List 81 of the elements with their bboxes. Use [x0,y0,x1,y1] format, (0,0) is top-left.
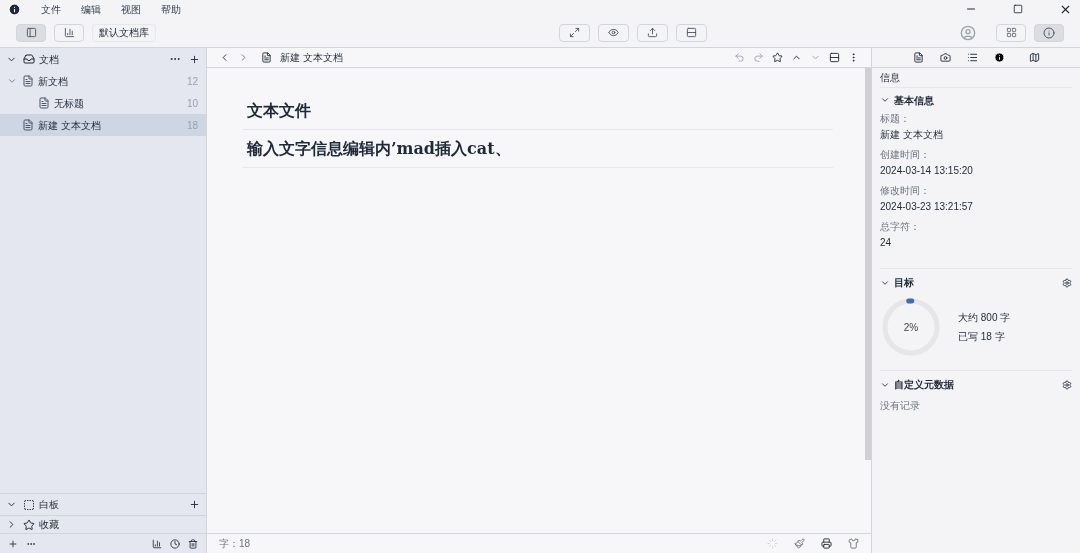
library-button[interactable]: 默认文档库 [92,23,156,42]
map-icon[interactable] [1028,52,1040,63]
document-icon [261,52,272,63]
info-icon[interactable] [993,52,1005,63]
field-label: 总字符： [880,220,921,234]
field-label: 创建时间： [880,148,931,162]
goal-written: 已写 18 字 [958,330,1006,344]
maximize-icon[interactable] [1013,4,1023,14]
progress-ring: 2% [880,296,942,358]
star-icon[interactable] [772,52,783,63]
field-value: 24 [880,236,893,250]
preview-button[interactable] [598,23,629,42]
settings-icon[interactable] [1062,277,1072,288]
document-icon [22,119,34,131]
section-label: 收藏 [39,518,59,532]
sidebar-toggle-button[interactable] [16,23,46,42]
text-line: 输入文字信息编辑内’mad插入cat、 [243,130,833,168]
section-label: 文档 [39,52,60,67]
document-icon[interactable] [912,52,924,63]
eye-icon [608,27,619,38]
whiteboard-icon [23,498,35,511]
chart-icon [63,27,75,38]
chart-button[interactable] [54,23,84,42]
export-button[interactable] [637,23,668,42]
field-value: 2024-03-23 13:21:57 [880,200,974,214]
add-icon[interactable] [189,53,200,65]
section-heading: 基本信息 [894,93,934,108]
section-label: 白板 [39,498,60,512]
menu-item[interactable]: 编辑 [81,1,101,17]
word-count: 字：18 [219,537,252,551]
field-label: 标题： [880,112,911,126]
upload-icon [647,27,658,38]
menu-item[interactable]: 文件 [41,1,61,17]
inbox-icon [23,53,35,65]
list-icon[interactable] [966,52,978,63]
item-label: 新建 文本文档 [38,118,102,133]
star-icon [23,518,35,531]
section-heading: 自定义元数据 [894,378,955,392]
document-icon [38,97,50,109]
chart-icon[interactable] [152,538,162,549]
item-label: 新文档 [38,74,69,89]
goal-target: 大约 800 字 [958,311,1011,325]
expand-icon [569,27,580,38]
tree-item[interactable]: 新文档 12 [0,70,206,92]
trash-icon[interactable] [188,538,198,549]
rows-icon [686,27,697,38]
sidebar-icon [25,27,37,38]
item-label: 无标题 [54,96,85,111]
panel-title: 信息 [880,68,1072,88]
settings-icon[interactable] [1062,379,1072,390]
text-line: 文本文件 [243,92,833,130]
tree-item[interactable]: 无标题 10 [0,92,206,114]
user-icon[interactable] [960,24,976,41]
empty-message: 没有记录 [880,399,921,413]
fullscreen-button[interactable] [559,23,590,42]
section-heading: 目标 [894,276,915,290]
info-icon [1043,26,1055,39]
grid-icon [1005,27,1017,38]
item-count: 12 [186,74,198,89]
menu-item[interactable]: 帮助 [161,1,181,17]
field-value: 2024-03-14 13:15:20 [880,164,974,178]
breadcrumb: 新建 文本文档 [280,51,344,65]
field-label: 修改时间： [880,184,931,198]
layout-button[interactable] [676,23,707,42]
info-button[interactable] [1034,23,1064,42]
add-icon[interactable] [8,538,18,549]
clock-icon[interactable] [170,538,180,549]
chevron-down-icon[interactable] [7,76,17,86]
spinner-icon [767,538,778,549]
paint-roller-icon[interactable] [794,538,805,549]
shirt-icon[interactable] [848,538,859,549]
field-value: 新建 文本文档 [880,128,944,142]
chevron-down-icon[interactable] [880,95,890,105]
document-icon [22,75,34,87]
menu-item[interactable]: 视图 [121,1,141,17]
layout-icon[interactable] [829,52,840,63]
item-count: 10 [186,96,198,111]
camera-icon[interactable] [939,52,951,63]
printer-icon[interactable] [821,538,832,549]
add-icon[interactable] [189,499,200,510]
grid-view-button[interactable] [996,23,1026,42]
